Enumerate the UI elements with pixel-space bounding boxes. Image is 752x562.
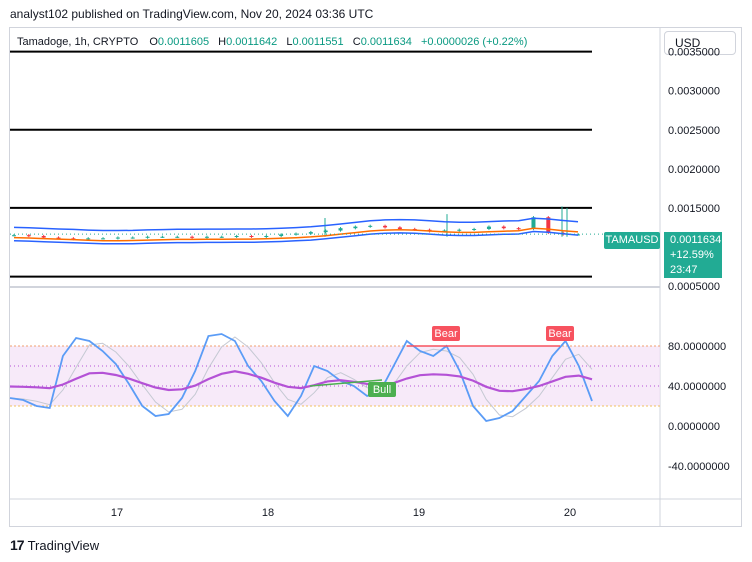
- candle-body: [190, 236, 195, 238]
- price-tick-label: 0.0020000: [668, 164, 720, 176]
- candle-body: [338, 228, 343, 231]
- price-tick-label: 0.0030000: [668, 86, 720, 98]
- time-tick-label: 20: [564, 507, 576, 519]
- candle-body: [457, 229, 462, 231]
- candle-body: [516, 228, 521, 230]
- stoch-tick-label: 0.0000000: [668, 421, 720, 433]
- time-tick-label: 17: [111, 507, 123, 519]
- candle-body: [219, 236, 224, 238]
- signal-label-text: Bull: [373, 384, 391, 396]
- signal-label-text: Bear: [548, 328, 572, 340]
- tradingview-logo-icon: 17: [10, 537, 25, 553]
- price-badge: 0.0011634 +12.59% 23:47: [664, 232, 722, 278]
- candle-body: [12, 235, 16, 237]
- candle-body: [145, 236, 150, 238]
- signal-label-text: Bear: [434, 328, 458, 340]
- candle-body: [368, 225, 373, 227]
- stoch-tick-label: -40.0000000: [668, 461, 730, 473]
- candle-body: [175, 236, 180, 238]
- candle-body: [472, 228, 477, 230]
- candle-body: [249, 236, 254, 237]
- candle-body: [86, 238, 91, 240]
- candle-body: [234, 236, 239, 237]
- candle-body: [41, 236, 46, 238]
- candle-body: [323, 230, 328, 233]
- candle-body: [397, 227, 402, 229]
- price-badge-countdown: 23:47: [670, 264, 698, 276]
- candle-body: [308, 232, 313, 234]
- candle-body: [101, 238, 106, 240]
- candle-body: [501, 226, 506, 229]
- price-tick-label: 0.0015000: [668, 203, 720, 215]
- candle-body: [204, 236, 209, 238]
- price-badge-price: 0.0011634: [670, 234, 722, 246]
- tradingview-brand[interactable]: 17 TradingView: [10, 537, 99, 553]
- candle-body: [383, 225, 388, 228]
- candle-body: [130, 237, 135, 239]
- candle-body: [264, 236, 269, 237]
- time-tick-label: 18: [262, 507, 274, 519]
- stoch-tick-label: 40.0000000: [668, 381, 726, 393]
- price-tick-label: 0.0025000: [668, 125, 720, 137]
- price-tick-label: 0.0035000: [668, 47, 720, 59]
- candle-body: [115, 237, 120, 239]
- time-tick-label: 19: [413, 507, 425, 519]
- candle-body: [160, 236, 165, 238]
- chart-canvas[interactable]: 0.0035000 0.0030000 0.0025000 0.0020000 0.00…: [0, 0, 752, 562]
- brand-name: TradingView: [27, 538, 100, 553]
- candle-body: [26, 235, 31, 237]
- stoch-tick-label: 80.0000000: [668, 341, 726, 353]
- bollinger-upper-line: [13, 217, 579, 232]
- price-tick-label: 0.0005000: [668, 281, 720, 293]
- candle-body: [353, 226, 358, 229]
- price-badge-change: +12.59%: [670, 249, 714, 261]
- ticker-label: TAMAUSD: [604, 232, 660, 249]
- candle-body: [486, 226, 491, 229]
